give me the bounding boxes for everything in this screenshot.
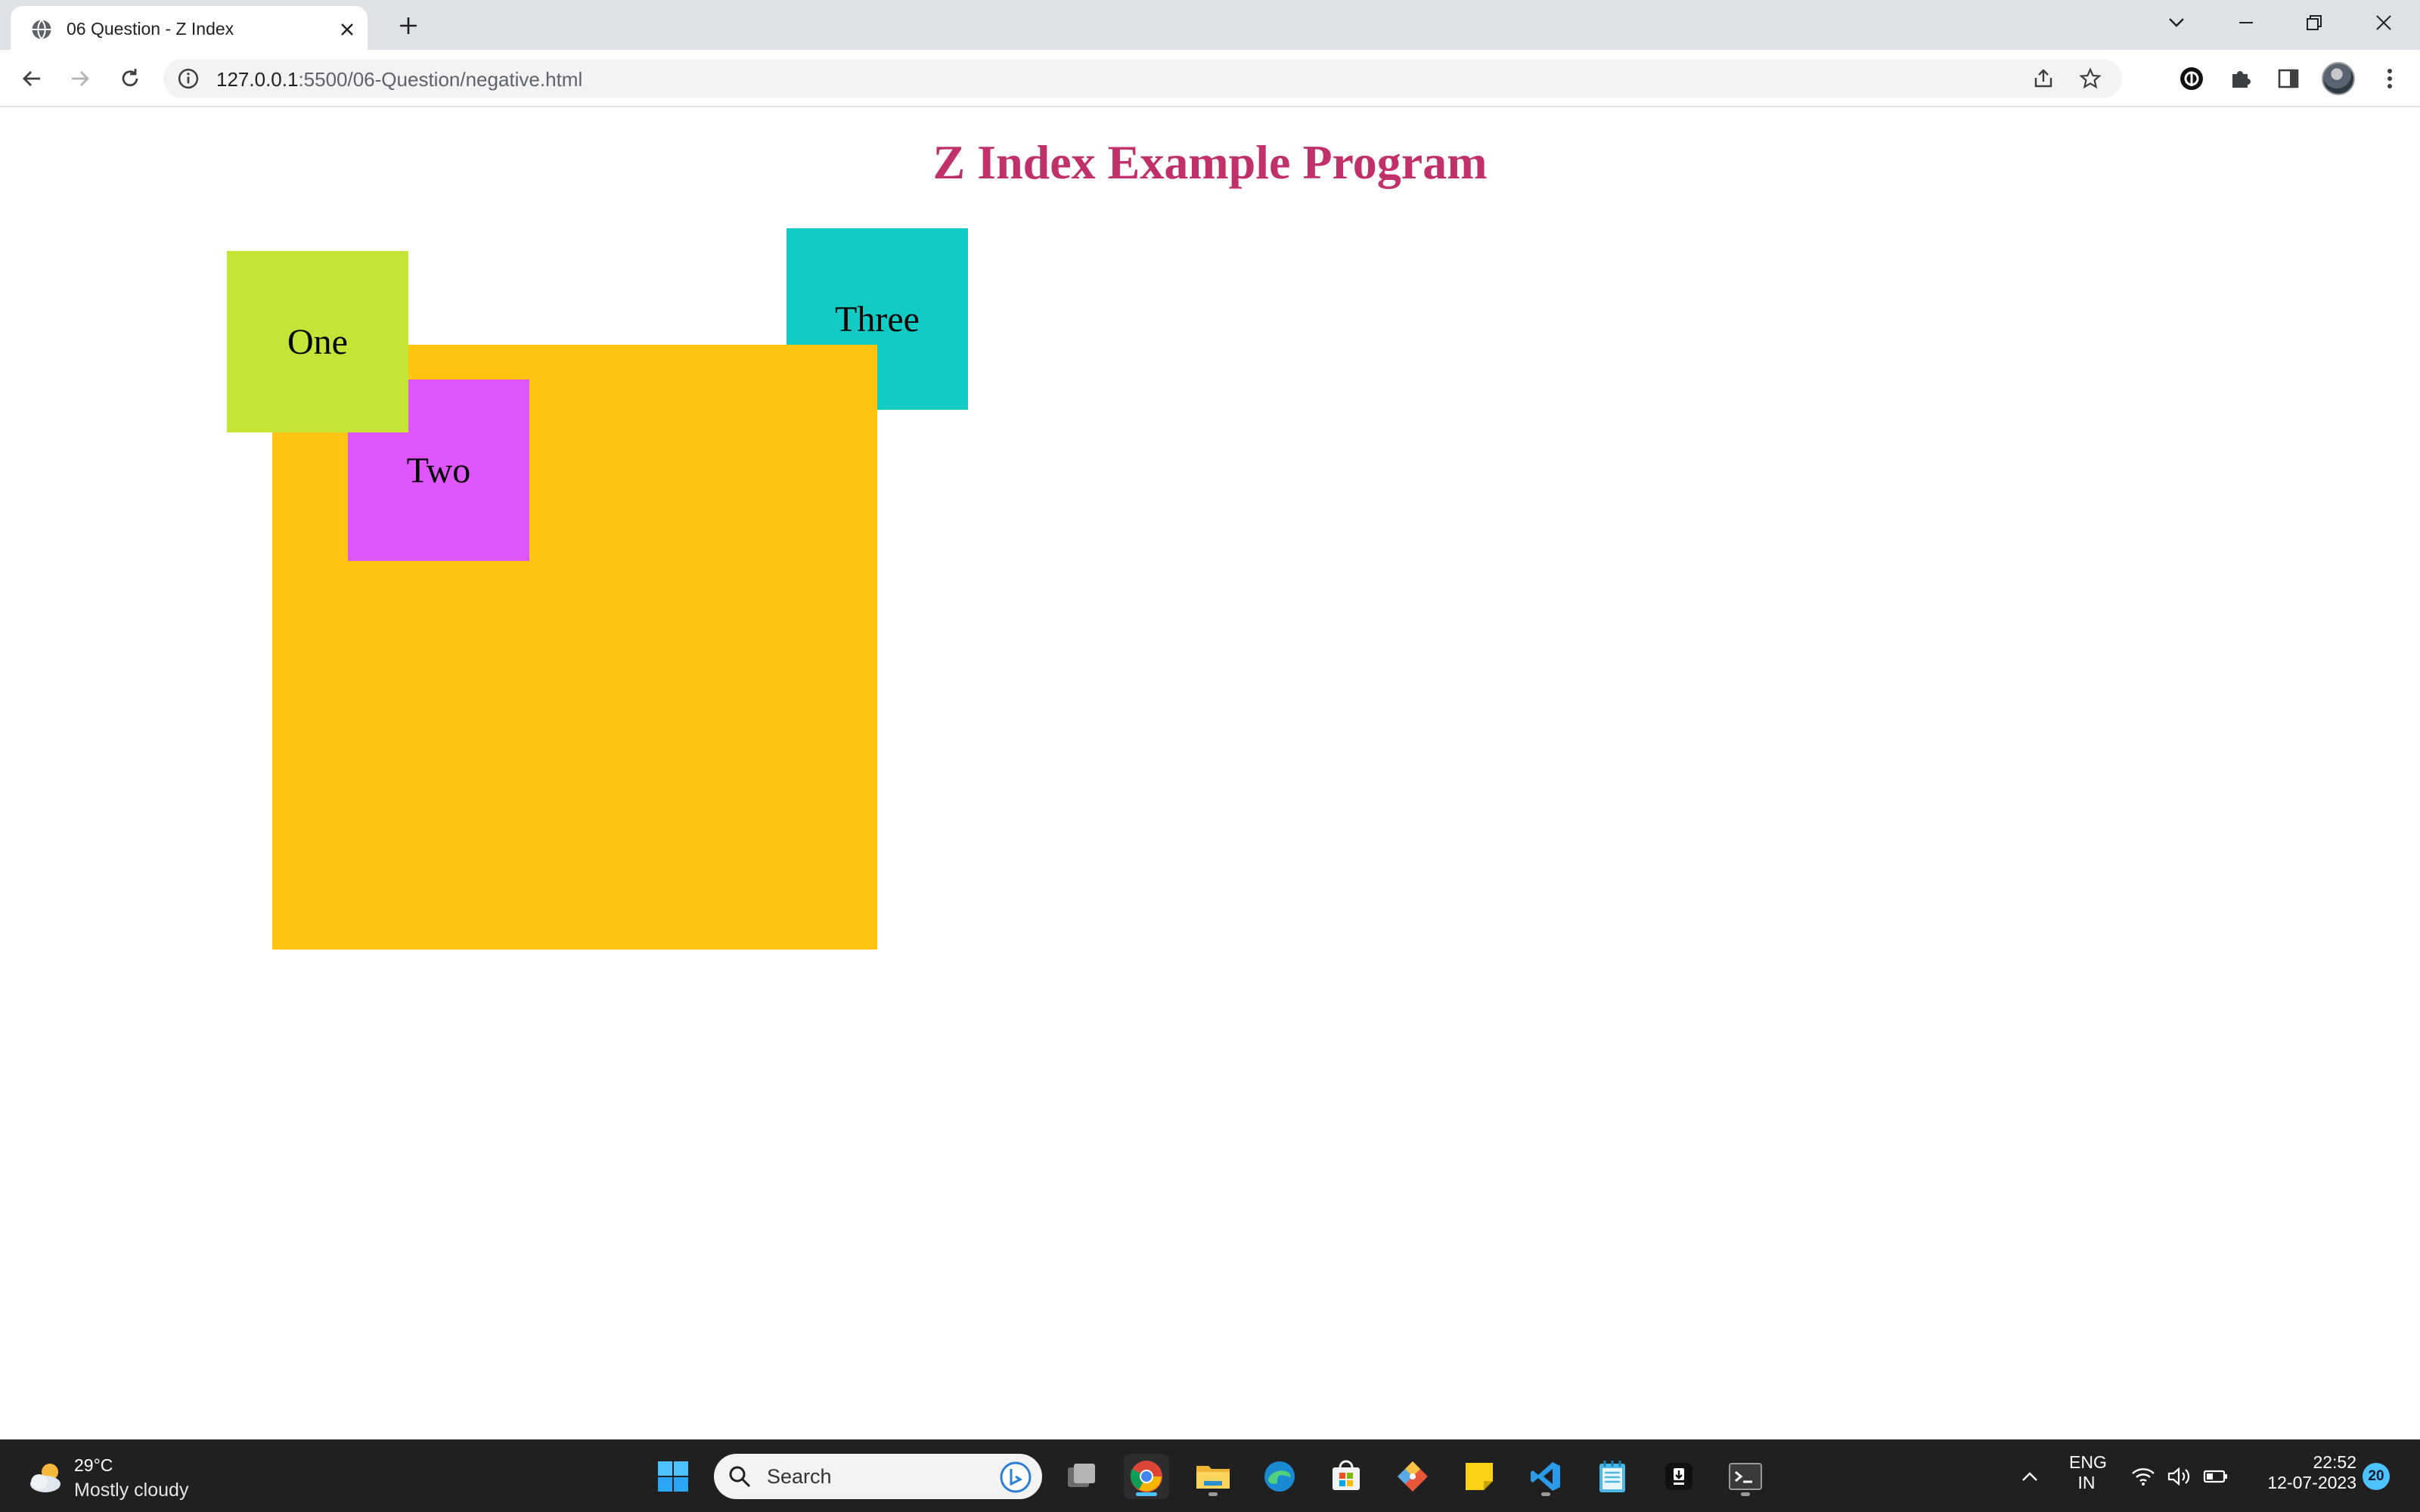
app-icon (1665, 1463, 1692, 1490)
task-view-icon (1068, 1464, 1095, 1487)
show-hidden-icons-button[interactable] (2016, 1463, 2043, 1490)
browser-toolbar: 127.0.0.1:5500/06-Question/negative.html (0, 50, 2420, 107)
taskbar-git[interactable] (1390, 1454, 1435, 1499)
forward-button[interactable] (62, 60, 98, 97)
taskbar-edge[interactable] (1257, 1454, 1302, 1499)
taskbar-store[interactable] (1323, 1454, 1369, 1499)
language-indicator[interactable]: ENG IN (2069, 1452, 2107, 1493)
chevron-up-icon (2022, 1472, 2037, 1481)
wifi-icon[interactable] (2130, 1463, 2157, 1490)
chrome-icon (1130, 1461, 1162, 1492)
arrow-left-icon (23, 71, 40, 86)
info-icon[interactable] (177, 67, 200, 90)
puzzle-icon[interactable] (2222, 60, 2258, 97)
box-one: One (227, 251, 408, 432)
restore-icon (2307, 15, 2322, 30)
active-indicator (1136, 1492, 1157, 1496)
extension-icon[interactable] (2173, 60, 2210, 97)
close-window-button[interactable] (2361, 6, 2406, 39)
terminal-icon (1729, 1463, 1762, 1490)
close-icon (2376, 15, 2391, 30)
notification-badge[interactable]: 20 (2363, 1463, 2390, 1490)
clock-date: 12-07-2023 (2267, 1473, 2356, 1492)
language-region: IN (2077, 1473, 2096, 1492)
url-path: :5500/06-Question/negative.html (298, 68, 583, 91)
taskbar-file-explorer[interactable] (1190, 1454, 1236, 1499)
notepad-icon (1599, 1461, 1625, 1492)
language-code: ENG (2069, 1452, 2107, 1472)
file-explorer-icon (1196, 1466, 1230, 1489)
tab-search-button[interactable] (2154, 6, 2199, 39)
git-icon (1398, 1461, 1428, 1492)
windows-start-icon (658, 1461, 688, 1492)
taskbar-chrome[interactable] (1124, 1454, 1169, 1499)
tab-title: 06 Question - Z Index (67, 19, 234, 39)
profile-avatar[interactable] (2322, 62, 2355, 95)
minimize-button[interactable] (2223, 6, 2269, 39)
browser-titlebar: 06 Question - Z Index (0, 0, 2420, 50)
address-bar[interactable]: 127.0.0.1:5500/06-Question/negative.html (163, 59, 2122, 98)
back-button[interactable] (14, 60, 50, 97)
weather-temperature: 29°C (74, 1455, 113, 1475)
tab-close-icon[interactable] (336, 18, 358, 41)
search-icon (729, 1466, 751, 1488)
clock-time: 22:52 (2313, 1452, 2356, 1472)
microsoft-store-icon (1333, 1460, 1360, 1490)
start-button[interactable] (650, 1454, 696, 1499)
chevron-down-icon (2169, 18, 2184, 27)
battery-icon[interactable] (2202, 1463, 2229, 1490)
minimize-icon (2239, 22, 2253, 23)
taskbar-search[interactable]: Search (714, 1454, 1042, 1499)
share-icon[interactable] (2030, 65, 2057, 92)
restore-button[interactable] (2291, 6, 2337, 39)
box-three-label: Three (835, 299, 920, 339)
globe-icon (32, 19, 51, 40)
sticky-notes-icon (1466, 1463, 1493, 1490)
volume-icon[interactable] (2166, 1463, 2193, 1490)
running-indicator (1741, 1492, 1750, 1496)
task-view-button[interactable] (1059, 1454, 1104, 1499)
side-panel-icon[interactable] (2270, 60, 2307, 97)
url-text[interactable]: 127.0.0.1:5500/06-Question/negative.html (216, 68, 582, 91)
reload-button[interactable] (112, 60, 148, 97)
weather-widget[interactable]: 29°C Mostly cloudy (23, 1451, 219, 1504)
taskbar-sticky-notes[interactable] (1457, 1454, 1502, 1499)
reload-icon (122, 69, 138, 87)
running-indicator (1541, 1492, 1550, 1496)
cloudy-weather-icon (30, 1464, 60, 1492)
bookmark-star-icon[interactable] (2077, 65, 2104, 92)
bing-icon[interactable] (1000, 1461, 1032, 1493)
taskbar-vscode[interactable] (1523, 1454, 1568, 1499)
weather-description: Mostly cloudy (74, 1479, 189, 1501)
url-host: 127.0.0.1 (216, 68, 299, 91)
box-two-label: Two (406, 450, 471, 491)
taskbar-notepad[interactable] (1590, 1454, 1635, 1499)
browser-tab[interactable]: 06 Question - Z Index (11, 6, 368, 50)
arrow-right-icon (72, 71, 89, 86)
taskbar-app[interactable] (1656, 1454, 1702, 1499)
box-one-label: One (287, 321, 348, 362)
new-tab-button[interactable] (393, 11, 424, 41)
taskbar-terminal[interactable] (1723, 1454, 1768, 1499)
taskbar: 29°C Mostly cloudy Search ENG IN 22:52 1… (0, 1439, 2420, 1512)
page-title: Z Index Example Program (932, 135, 1488, 189)
running-indicator (1208, 1492, 1218, 1496)
plus-icon (400, 17, 417, 34)
search-placeholder: Search (767, 1465, 832, 1488)
clock[interactable]: 22:52 12-07-2023 (2238, 1452, 2356, 1493)
vscode-icon (1531, 1462, 1560, 1491)
edge-icon (1264, 1461, 1295, 1492)
menu-kebab-icon[interactable] (2372, 60, 2408, 97)
